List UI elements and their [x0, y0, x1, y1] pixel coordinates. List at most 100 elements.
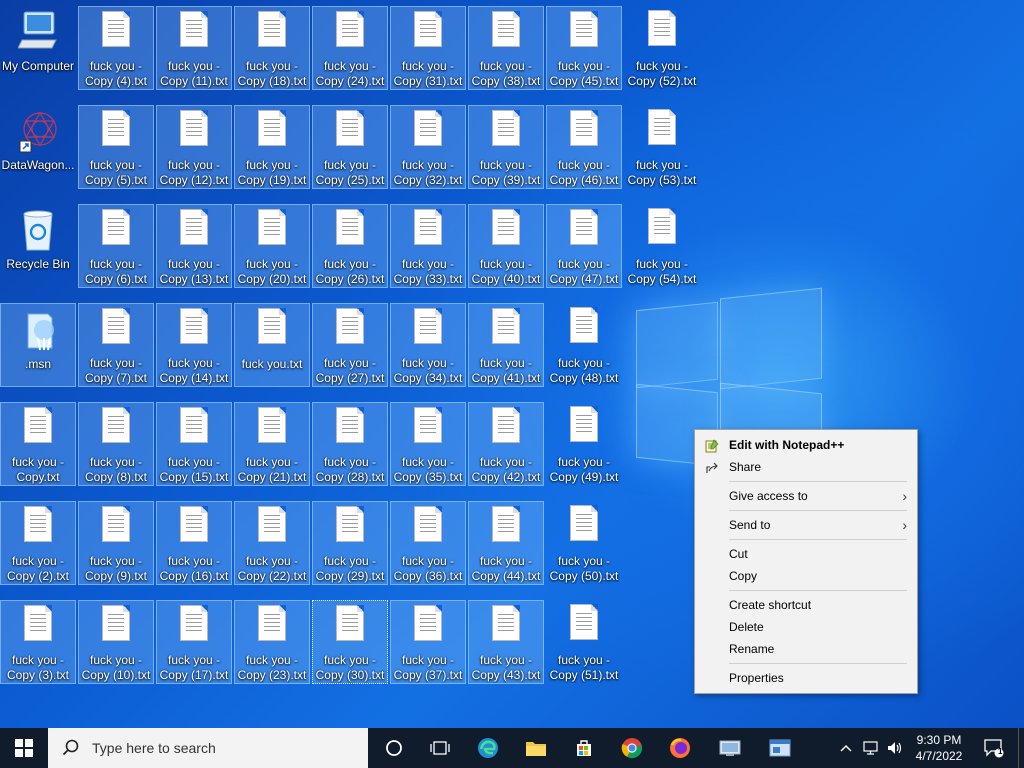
taskbar-search-box[interactable]: Type here to search — [48, 728, 368, 768]
taskbar-task-view-button[interactable] — [420, 728, 460, 768]
menu-item-properties[interactable]: Properties — [695, 667, 917, 689]
file-icon[interactable]: fuck you - Copy (12).txt — [156, 105, 232, 189]
file-icon[interactable]: fuck you - Copy (37).txt — [390, 600, 466, 684]
file-icon[interactable]: fuck you - Copy (33).txt — [390, 204, 466, 288]
file-name-label: fuck you - Copy (41).txt — [471, 356, 541, 386]
file-icon[interactable]: fuck you - Copy (50).txt — [546, 501, 622, 585]
file-icon[interactable]: fuck you - Copy (24).txt — [312, 6, 388, 90]
file-icon[interactable]: fuck you - Copy (6).txt — [78, 204, 154, 288]
menu-item-copy[interactable]: Copy — [695, 565, 917, 587]
action-center-button[interactable]: 1 — [978, 728, 1010, 768]
file-icon[interactable]: fuck you - Copy (45).txt — [546, 6, 622, 90]
file-icon[interactable]: fuck you - Copy (42).txt — [468, 402, 544, 486]
file-icon[interactable]: fuck you - Copy (35).txt — [390, 402, 466, 486]
file-icon[interactable]: fuck you - Copy (36).txt — [390, 501, 466, 585]
file-icon[interactable]: fuck you - Copy (41).txt — [468, 303, 544, 387]
file-icon[interactable]: fuck you - Copy (44).txt — [468, 501, 544, 585]
taskbar-cortana-button[interactable] — [374, 728, 414, 768]
file-icon[interactable]: fuck you - Copy (17).txt — [156, 600, 232, 684]
desktop-icon[interactable]: .msn — [0, 303, 76, 387]
menu-item-rename[interactable]: Rename — [695, 638, 917, 660]
clock[interactable]: 9:30 PM 4/7/2022 — [908, 728, 970, 768]
file-icon[interactable]: fuck you - Copy (54).txt — [624, 204, 700, 288]
file-icon[interactable]: fuck you - Copy (22).txt — [234, 501, 310, 585]
file-icon[interactable]: fuck you - Copy (32).txt — [390, 105, 466, 189]
desktop-icon[interactable]: My Computer — [0, 6, 76, 90]
file-icon[interactable]: fuck you - Copy (4).txt — [78, 6, 154, 90]
file-icon[interactable]: fuck you - Copy (26).txt — [312, 204, 388, 288]
menu-item-share[interactable]: Share — [695, 456, 917, 478]
chevron-up-icon — [840, 744, 852, 752]
menu-item-delete[interactable]: Delete — [695, 616, 917, 638]
file-icon[interactable]: fuck you - Copy (3).txt — [0, 600, 76, 684]
file-icon[interactable]: fuck you - Copy (49).txt — [546, 402, 622, 486]
file-icon[interactable]: fuck you - Copy (23).txt — [234, 600, 310, 684]
file-icon[interactable]: fuck you - Copy (18).txt — [234, 6, 310, 90]
text-document-icon — [252, 506, 292, 549]
menu-item-edit-with-notepad[interactable]: Edit with Notepad++ — [695, 434, 917, 456]
text-document-icon — [96, 308, 136, 351]
file-icon[interactable]: fuck you - Copy (30).txt — [312, 600, 388, 684]
file-icon[interactable]: fuck you - Copy (2).txt — [0, 501, 76, 585]
file-icon[interactable]: fuck you - Copy (34).txt — [390, 303, 466, 387]
file-icon[interactable]: fuck you - Copy (39).txt — [468, 105, 544, 189]
taskbar-file-explorer-button[interactable] — [516, 728, 556, 768]
file-icon[interactable]: fuck you - Copy.txt — [0, 402, 76, 486]
file-icon[interactable]: fuck you - Copy (38).txt — [468, 6, 544, 90]
file-icon[interactable]: fuck you - Copy (16).txt — [156, 501, 232, 585]
file-icon[interactable]: fuck you - Copy (7).txt — [78, 303, 154, 387]
file-icon[interactable]: fuck you - Copy (53).txt — [624, 105, 700, 189]
file-icon[interactable]: fuck you - Copy (46).txt — [546, 105, 622, 189]
file-icon[interactable]: fuck you - Copy (19).txt — [234, 105, 310, 189]
taskbar-firefox-button[interactable] — [660, 728, 700, 768]
file-icon[interactable]: fuck you - Copy (21).txt — [234, 402, 310, 486]
taskbar-remote-desktop-button[interactable] — [710, 728, 750, 768]
file-name-label: fuck you - Copy (21).txt — [237, 455, 307, 485]
file-icon[interactable]: fuck you - Copy (40).txt — [468, 204, 544, 288]
menu-item-send-to[interactable]: Send to › — [695, 514, 917, 536]
text-document-icon — [174, 407, 214, 450]
file-icon[interactable]: fuck you - Copy (10).txt — [78, 600, 154, 684]
file-name-label: fuck you - Copy (51).txt — [549, 653, 619, 682]
taskbar-chrome-button[interactable] — [612, 728, 652, 768]
file-icon[interactable]: fuck you.txt — [234, 303, 310, 387]
taskbar-microsoft-store-button[interactable] — [564, 728, 604, 768]
file-icon[interactable]: fuck you - Copy (5).txt — [78, 105, 154, 189]
file-icon[interactable]: fuck you - Copy (31).txt — [390, 6, 466, 90]
menu-item-give-access-to[interactable]: Give access to › — [695, 485, 917, 507]
file-icon[interactable]: fuck you - Copy (13).txt — [156, 204, 232, 288]
file-icon[interactable]: fuck you - Copy (14).txt — [156, 303, 232, 387]
file-icon[interactable]: fuck you - Copy (25).txt — [312, 105, 388, 189]
file-icon[interactable]: fuck you - Copy (27).txt — [312, 303, 388, 387]
file-icon[interactable]: fuck you - Copy (43).txt — [468, 600, 544, 684]
file-icon[interactable]: fuck you - Copy (51).txt — [546, 600, 622, 684]
file-icon[interactable]: fuck you - Copy (8).txt — [78, 402, 154, 486]
text-document-icon — [174, 506, 214, 549]
file-icon[interactable]: fuck you - Copy (20).txt — [234, 204, 310, 288]
show-desktop-button[interactable] — [1018, 728, 1024, 768]
file-icon[interactable]: fuck you - Copy (52).txt — [624, 6, 700, 90]
taskbar-app-window-button[interactable] — [760, 728, 800, 768]
text-document-icon — [96, 110, 136, 153]
menu-item-create-shortcut[interactable]: Create shortcut — [695, 594, 917, 616]
desktop[interactable]: My Computer DataWagon... Recycle Bin .msn fu… — [0, 0, 1024, 728]
file-name-label: fuck you - Copy (26).txt — [315, 257, 385, 287]
file-icon[interactable]: fuck you - Copy (11).txt — [156, 6, 232, 90]
network-button[interactable] — [860, 728, 882, 768]
menu-item-label: Share — [729, 460, 762, 474]
file-icon[interactable]: fuck you - Copy (15).txt — [156, 402, 232, 486]
taskbar-edge-button[interactable] — [468, 728, 508, 768]
file-icon[interactable]: fuck you - Copy (48).txt — [546, 303, 622, 387]
file-icon[interactable]: fuck you - Copy (47).txt — [546, 204, 622, 288]
desktop-icon[interactable]: DataWagon... — [0, 105, 76, 189]
menu-item-cut[interactable]: Cut — [695, 543, 917, 565]
desktop-icon[interactable]: Recycle Bin — [0, 204, 76, 288]
menu-item-label: Edit with Notepad++ — [729, 438, 845, 452]
start-button[interactable] — [0, 728, 48, 768]
file-icon[interactable]: fuck you - Copy (28).txt — [312, 402, 388, 486]
file-icon[interactable]: fuck you - Copy (9).txt — [78, 501, 154, 585]
file-icon[interactable]: fuck you - Copy (29).txt — [312, 501, 388, 585]
volume-button[interactable] — [884, 728, 906, 768]
windows-logo-pane — [720, 287, 822, 390]
show-hidden-icons-button[interactable] — [836, 728, 856, 768]
